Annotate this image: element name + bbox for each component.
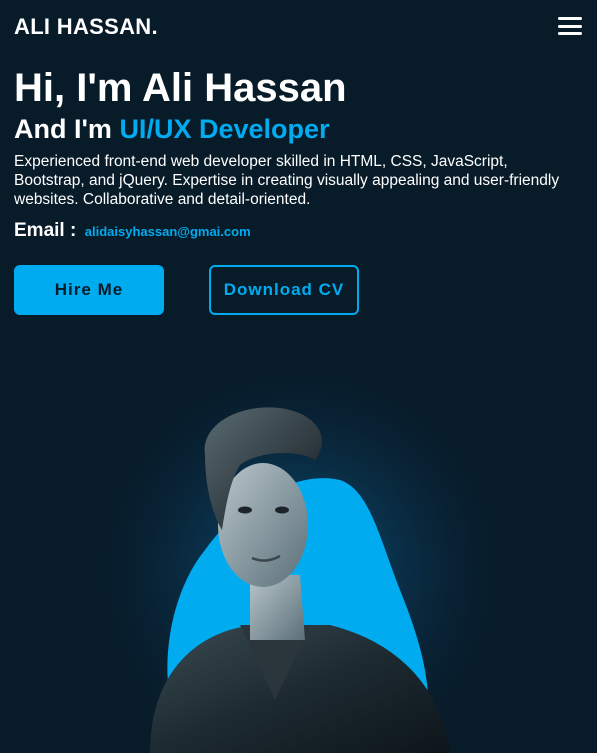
role-prefix: And I'm [14,114,112,144]
site-header: ALI HASSAN. [0,0,597,56]
hire-me-button[interactable]: Hire Me [14,265,164,315]
hero-role-heading: And I'm UI/UX Developer [14,112,584,146]
site-logo[interactable]: ALI HASSAN. [14,14,158,40]
email-link[interactable]: alidaisyhassan@gmai.com [85,224,251,239]
menu-bar-top [558,17,582,20]
menu-bar-middle [558,24,582,28]
hero-buttons: Hire Me Download CV [14,265,414,315]
hero-section: Hi, I'm Ali Hassan And I'm UI/UX Develop… [14,64,584,243]
portrait-eye-right [275,506,289,514]
portrait-image [0,340,597,753]
hamburger-menu-icon[interactable] [556,15,584,37]
hero-greeting: Hi, I'm Ali Hassan [14,66,347,110]
email-label: Email : [14,220,77,241]
role-title: UI/UX Developer [119,114,330,144]
portrait-eye-left [238,506,252,514]
menu-bar-bottom [558,32,582,35]
hero-description: Experienced front-end web developer skil… [14,153,560,208]
portrait-illustration [0,340,597,753]
email-row: Email : alidaisyhassan@gmai.com [14,219,584,243]
download-cv-button[interactable]: Download CV [209,265,359,315]
